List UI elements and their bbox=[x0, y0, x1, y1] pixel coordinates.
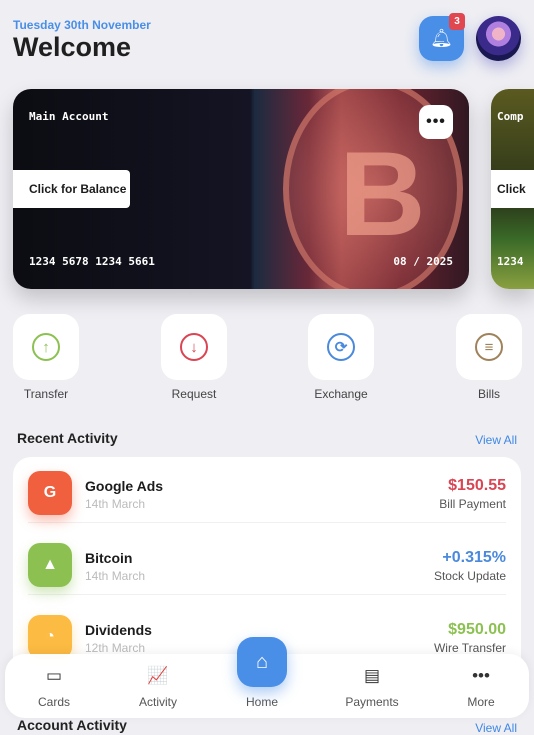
page-title: Welcome bbox=[13, 32, 132, 62]
activity-name: Bitcoin bbox=[85, 550, 133, 566]
nav-label: Cards bbox=[37, 695, 70, 709]
activity-icon: ◔ bbox=[28, 615, 72, 659]
filter-icon: ≡ bbox=[475, 333, 503, 361]
exchange-icon: ⟳ bbox=[327, 333, 355, 361]
activity-amount: +0.315% bbox=[442, 549, 506, 566]
nav-payments[interactable]: ▤ Payments bbox=[327, 654, 417, 709]
account-view-all-link[interactable]: View All bbox=[475, 721, 517, 735]
nav-more[interactable]: ••• More bbox=[436, 654, 526, 709]
activity-amount: $950.00 bbox=[448, 621, 506, 638]
activity-date: 14th March bbox=[85, 497, 146, 511]
activity-item[interactable]: ▲ Bitcoin 14th March +0.315% Stock Updat… bbox=[28, 523, 506, 595]
avatar[interactable] bbox=[476, 16, 521, 61]
card-menu-button[interactable]: ••• bbox=[419, 105, 453, 139]
click-for-balance-button[interactable]: Click bbox=[491, 170, 534, 208]
date-label: Tuesday 30th November bbox=[13, 18, 151, 32]
activity-type: Wire Transfer bbox=[433, 641, 506, 655]
nav-label: Payments bbox=[345, 695, 399, 709]
activity-type: Stock Update bbox=[433, 569, 506, 583]
more-icon: ••• bbox=[472, 666, 490, 685]
card-number: 1234 bbox=[497, 255, 524, 268]
action-label: Transfer bbox=[23, 387, 69, 401]
action-bills[interactable]: ≡ Bills bbox=[456, 314, 522, 401]
action-button[interactable]: ⟳ bbox=[308, 314, 374, 380]
card-name: Comp bbox=[497, 110, 524, 123]
nav-cards[interactable]: ▭ Cards bbox=[9, 654, 99, 709]
activity-date: 14th March bbox=[85, 569, 146, 583]
recent-view-all-link[interactable]: View All bbox=[475, 433, 517, 447]
action-button[interactable]: ↓ bbox=[161, 314, 227, 380]
cards-icon: ▭ bbox=[45, 666, 63, 685]
nav-label: Activity bbox=[138, 695, 177, 709]
action-label: Exchange bbox=[314, 387, 368, 401]
action-button[interactable]: ↑ bbox=[13, 314, 79, 380]
activity-name: Dividends bbox=[85, 622, 152, 638]
activity-icon: 📈 bbox=[147, 666, 169, 685]
action-label: Request bbox=[171, 387, 217, 401]
activity-name: Google Ads bbox=[85, 478, 164, 494]
account-activity-title: Account Activity bbox=[17, 717, 127, 733]
card-main-account[interactable]: B Main Account ••• Click for Balance 123… bbox=[13, 89, 469, 289]
activity-date: 12th March bbox=[85, 641, 146, 655]
notification-badge: 3 bbox=[449, 13, 465, 30]
action-transfer[interactable]: ↑ Transfer bbox=[13, 314, 79, 401]
action-exchange[interactable]: ⟳ Exchange bbox=[308, 314, 374, 401]
nav-label: Home bbox=[245, 695, 278, 709]
activity-amount: $150.55 bbox=[448, 477, 506, 494]
payments-icon: ▤ bbox=[363, 666, 381, 685]
nav-home-button[interactable]: ⌂ bbox=[237, 637, 287, 687]
activity-type: Bill Payment bbox=[439, 497, 506, 511]
card-number: 1234 5678 1234 5661 bbox=[29, 255, 155, 268]
activity-icon: ▲ bbox=[28, 543, 72, 587]
click-for-balance-button[interactable]: Click for Balance bbox=[13, 170, 130, 208]
card-name: Main Account bbox=[29, 110, 109, 123]
bell-icon: 🔔︎ bbox=[430, 28, 453, 48]
nav-label: More bbox=[467, 695, 495, 709]
action-request[interactable]: ↓ Request bbox=[161, 314, 227, 401]
recent-activity-title: Recent Activity bbox=[17, 430, 118, 446]
nav-activity[interactable]: 📈 Activity bbox=[113, 654, 203, 709]
arrow-down-icon: ↓ bbox=[180, 333, 208, 361]
arrow-up-icon: ↑ bbox=[32, 333, 60, 361]
activity-icon: G bbox=[28, 471, 72, 515]
activity-item[interactable]: G Google Ads 14th March $150.55 Bill Pay… bbox=[28, 451, 506, 523]
card-expiry: 08 / 2025 bbox=[393, 255, 453, 268]
card-second[interactable]: Comp Click 1234 bbox=[491, 89, 534, 289]
home-icon: ⌂ bbox=[255, 650, 269, 673]
action-label: Bills bbox=[477, 387, 500, 401]
action-button[interactable]: ≡ bbox=[456, 314, 522, 380]
